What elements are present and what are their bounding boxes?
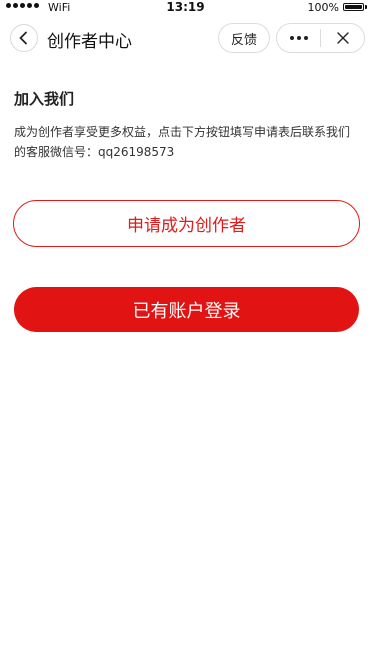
apply-creator-button[interactable]: 申请成为创作者 bbox=[13, 200, 360, 247]
more-button[interactable] bbox=[277, 24, 320, 52]
page-title: 创作者中心 bbox=[47, 32, 132, 52]
battery-icon bbox=[343, 3, 364, 11]
chevron-left-icon bbox=[19, 31, 27, 45]
nav-bar: 创作者中心 反馈 bbox=[0, 22, 371, 56]
battery-percent: 100% bbox=[307, 1, 339, 14]
close-button[interactable] bbox=[321, 24, 364, 52]
more-dots-icon bbox=[289, 36, 308, 40]
description-text: 成为创作者享受更多权益，点击下方按钮填写申请表后联系我们的客服微信号：qq261… bbox=[14, 125, 351, 159]
feedback-button[interactable]: 反馈 bbox=[218, 23, 270, 53]
back-button[interactable] bbox=[10, 24, 38, 52]
miniprogram-capsule bbox=[276, 23, 365, 53]
section-title: 加入我们 bbox=[14, 90, 75, 108]
close-icon bbox=[336, 32, 349, 44]
battery-tip bbox=[365, 5, 367, 9]
login-button[interactable]: 已有账户登录 bbox=[14, 287, 359, 332]
status-bar: WiFi 13:19 100% bbox=[0, 0, 371, 16]
battery-fill bbox=[345, 5, 362, 9]
